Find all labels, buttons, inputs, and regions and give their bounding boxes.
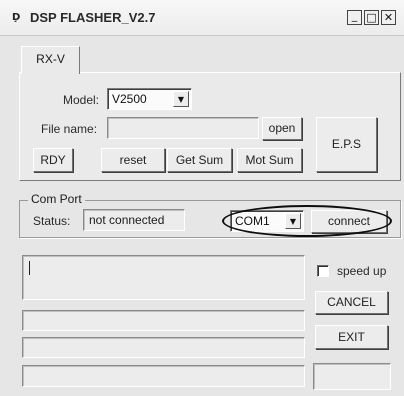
app-icon: Ḑ <box>12 12 20 23</box>
open-button[interactable]: open <box>262 117 302 140</box>
minimize-button[interactable]: _ <box>347 10 362 25</box>
eps-button[interactable]: E.P.S <box>316 117 377 172</box>
model-select[interactable]: V2500 ▼ <box>107 88 192 110</box>
speed-up-checkbox[interactable] <box>317 265 329 277</box>
reset-button[interactable]: reset <box>101 148 165 172</box>
title-bar[interactable]: Ḑ DSP FLASHER_V2.7 _ □ ✕ <box>0 0 404 36</box>
caption-buttons: _ □ ✕ <box>347 10 396 25</box>
progress-box-3 <box>22 365 305 387</box>
dsp-flasher-window: Ḑ DSP FLASHER_V2.7 _ □ ✕ RX-V Model: V2… <box>0 0 404 396</box>
tab-rx-v[interactable]: RX-V <box>21 46 80 74</box>
highlight-ellipse <box>222 205 392 237</box>
file-name-label: File name: <box>41 122 98 136</box>
mot-sum-button[interactable]: Mot Sum <box>237 148 302 172</box>
progress-box-2 <box>22 337 305 358</box>
progress-box-1 <box>22 310 305 331</box>
rdy-button[interactable]: RDY <box>33 148 73 172</box>
maximize-button[interactable]: □ <box>364 10 379 25</box>
log-box <box>22 255 305 300</box>
close-button[interactable]: ✕ <box>381 10 396 25</box>
text-cursor <box>29 261 30 275</box>
model-label: Model: <box>63 93 100 107</box>
speed-up-label: speed up <box>337 264 387 278</box>
chevron-down-icon[interactable]: ▼ <box>173 91 189 107</box>
exit-button[interactable]: EXIT <box>315 325 388 349</box>
file-name-input[interactable] <box>107 117 259 139</box>
status-value: not connected <box>83 209 185 231</box>
status-label: Status: <box>33 214 71 228</box>
status-box <box>313 363 391 390</box>
model-select-value: V2500 <box>112 92 147 106</box>
com-port-group-label: Com Port <box>28 192 85 206</box>
window-title: DSP FLASHER_V2.7 <box>30 10 156 25</box>
cancel-button[interactable]: CANCEL <box>315 291 388 314</box>
get-sum-button[interactable]: Get Sum <box>167 148 232 172</box>
